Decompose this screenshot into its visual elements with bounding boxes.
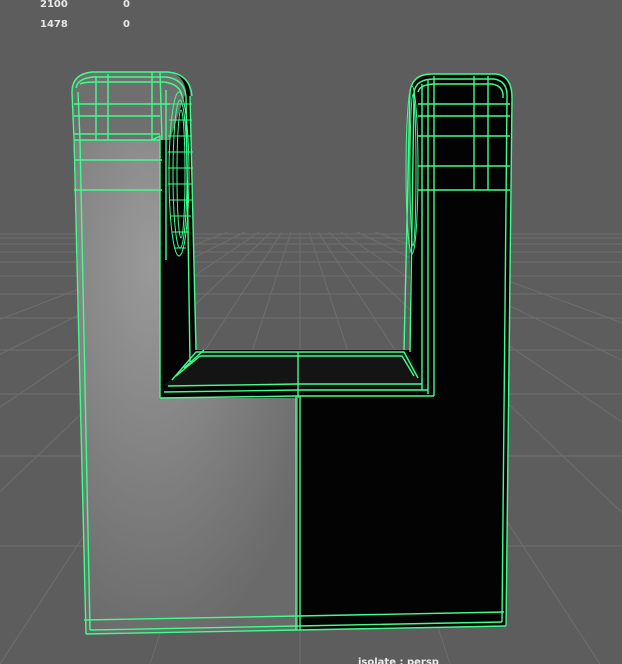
viewport-scene[interactable]	[0, 0, 622, 664]
hud-label: 2100	[40, 0, 68, 10]
hud-value: 0	[123, 19, 130, 30]
3d-viewport[interactable]: 2100 0 1478 0 isolate : persp	[0, 0, 622, 664]
viewport-camera-label: isolate : persp	[358, 657, 439, 664]
hud-value: 0	[123, 0, 130, 10]
hud-label: 1478	[40, 19, 68, 30]
